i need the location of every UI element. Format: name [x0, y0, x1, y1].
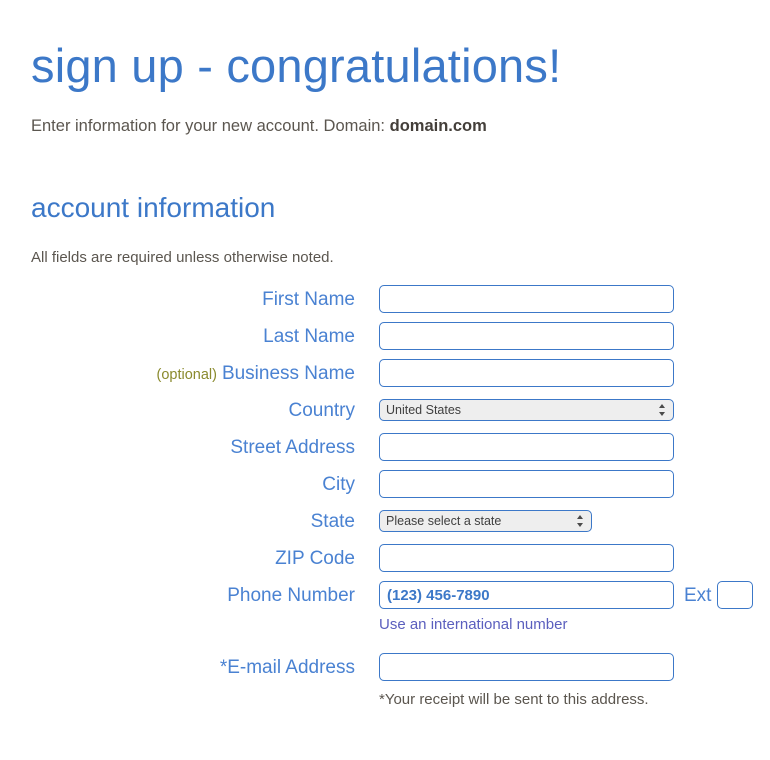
- label-phone-number: Phone Number: [31, 586, 379, 605]
- label-text: Phone Number: [227, 584, 355, 606]
- label-text: *E-mail Address: [219, 656, 355, 678]
- country-select-wrapper: United States: [379, 399, 674, 422]
- label-first-name: First Name: [31, 290, 379, 309]
- phone-number-input[interactable]: [379, 581, 674, 610]
- international-number-row: Use an international number: [31, 614, 770, 634]
- email-note-row: *Your receipt will be sent to this addre…: [31, 686, 770, 709]
- label-country: Country: [31, 401, 379, 420]
- form-row-phone-number: Phone Number Ext: [31, 577, 770, 614]
- intro-text: Enter information for your new account. …: [31, 89, 770, 137]
- form-row-state: State Please select a state: [31, 503, 770, 540]
- field-first-name: [379, 285, 674, 314]
- form-row-last-name: Last Name: [31, 318, 770, 355]
- first-name-input[interactable]: [379, 285, 674, 314]
- optional-tag: (optional): [156, 366, 217, 383]
- label-text: State: [310, 510, 355, 532]
- label-text: First Name: [262, 288, 355, 310]
- label-text: Street Address: [230, 436, 355, 458]
- field-business-name: [379, 359, 674, 388]
- field-phone-number: Ext: [379, 581, 754, 610]
- form-row-business-name: (optional) Business Name: [31, 355, 770, 392]
- label-state: State: [31, 512, 379, 531]
- form-row-first-name: First Name: [31, 281, 770, 318]
- required-fields-note: All fields are required unless otherwise…: [31, 248, 334, 266]
- label-text: Business Name: [221, 362, 355, 384]
- account-information-form: First Name Last Name (optional) Business …: [31, 281, 770, 709]
- field-state: Please select a state: [379, 510, 592, 533]
- city-input[interactable]: [379, 470, 674, 499]
- label-email-address: *E-mail Address: [31, 658, 379, 677]
- label-street-address: Street Address: [31, 438, 379, 457]
- street-address-input[interactable]: [379, 433, 674, 462]
- field-street-address: [379, 433, 674, 462]
- business-name-input[interactable]: [379, 359, 674, 388]
- international-number-link[interactable]: Use an international number: [379, 614, 567, 634]
- section-title-account-information: account information: [31, 191, 276, 223]
- domain-value: domain.com: [389, 117, 487, 135]
- zip-code-input[interactable]: [379, 544, 674, 573]
- label-text: Country: [288, 399, 355, 421]
- country-select[interactable]: United States: [379, 399, 674, 422]
- phone-extension-input[interactable]: [717, 581, 754, 610]
- ext-label: Ext: [684, 584, 712, 606]
- label-text: ZIP Code: [275, 547, 355, 569]
- field-email-address: [379, 653, 674, 682]
- form-row-email-address: *E-mail Address: [31, 649, 770, 686]
- label-city: City: [31, 475, 379, 494]
- label-text: City: [322, 473, 355, 495]
- form-row-street-address: Street Address: [31, 429, 770, 466]
- form-row-zip-code: ZIP Code: [31, 540, 770, 577]
- intro-prefix: Enter information for your new account. …: [31, 117, 386, 135]
- label-last-name: Last Name: [31, 327, 379, 346]
- field-country: United States: [379, 399, 674, 422]
- signup-page: sign up - congratulations! Enter informa…: [0, 0, 770, 709]
- field-city: [379, 470, 674, 499]
- label-business-name: (optional) Business Name: [31, 364, 379, 383]
- page-title: sign up - congratulations!: [31, 39, 562, 92]
- state-select[interactable]: Please select a state: [379, 510, 592, 533]
- label-text: Last Name: [263, 325, 355, 347]
- field-zip-code: [379, 544, 674, 573]
- label-zip-code: ZIP Code: [31, 549, 379, 568]
- form-row-country: Country United States: [31, 392, 770, 429]
- form-row-city: City: [31, 466, 770, 503]
- last-name-input[interactable]: [379, 322, 674, 351]
- email-receipt-note: *Your receipt will be sent to this addre…: [379, 690, 649, 708]
- state-select-wrapper: Please select a state: [379, 510, 592, 533]
- email-address-input[interactable]: [379, 653, 674, 682]
- field-last-name: [379, 322, 674, 351]
